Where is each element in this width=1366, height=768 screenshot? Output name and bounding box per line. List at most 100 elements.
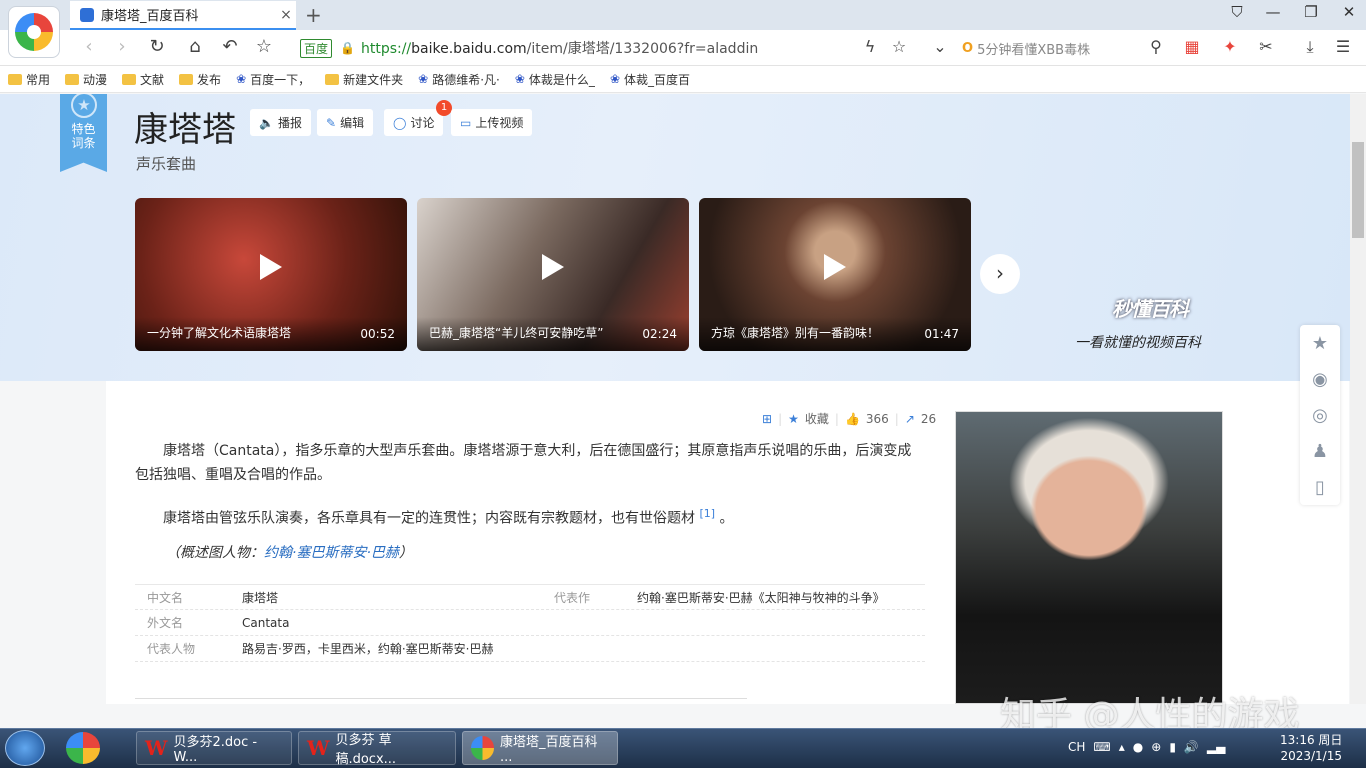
volume-icon[interactable]: 🔊 — [1184, 740, 1199, 754]
minimize-button[interactable]: — — [1258, 3, 1288, 21]
home-icon[interactable]: ⌂ — [181, 36, 209, 57]
bach-info-link[interactable]: 约翰·塞巴斯蒂安·巴赫 — [378, 640, 494, 657]
start-button[interactable] — [5, 730, 45, 766]
favorite-star-icon[interactable]: ★ — [1312, 333, 1328, 354]
weibo-icon[interactable]: ◉ — [1312, 369, 1328, 390]
taskbar-item[interactable]: W 贝多芬 草稿.docx... — [298, 731, 456, 767]
mobile-icon[interactable]: ▯ — [1315, 477, 1325, 498]
search-box[interactable]: O 5分钟看懂XBB毒株 — [962, 35, 1172, 61]
play-icon[interactable] — [542, 253, 564, 280]
bookmark-item[interactable]: 动漫 — [65, 71, 107, 88]
menu-icon[interactable]: ☰ — [1331, 37, 1355, 59]
bookmark-label: 文献 — [140, 72, 165, 87]
lightning-icon[interactable]: ϟ — [858, 37, 882, 59]
next-videos-arrow-icon[interactable]: › — [980, 254, 1020, 294]
add-icon[interactable]: ⊞ — [762, 412, 772, 426]
play-icon[interactable] — [824, 253, 846, 280]
qq-icon[interactable]: ♟ — [1312, 441, 1328, 462]
network-icon[interactable]: ▴ — [1119, 740, 1125, 754]
bach-link[interactable]: 约翰·塞巴斯蒂安·巴赫 — [264, 545, 399, 561]
undo-close-icon[interactable]: ↶ — [216, 36, 244, 57]
bookmark-item[interactable]: 新建文件夹 — [325, 71, 403, 88]
signal-icon[interactable]: ▂▄ — [1207, 740, 1225, 754]
bookmark-item[interactable]: 常用 — [8, 71, 50, 88]
pencil-icon: ✎ — [326, 115, 337, 130]
baidu-paw-icon: ❀ — [609, 72, 620, 86]
forward-icon[interactable]: › — [108, 36, 136, 57]
broadcast-button[interactable]: 🔈 播报 — [250, 109, 311, 136]
pinned-browser-icon[interactable] — [66, 732, 100, 764]
button-label: 上传视频 — [475, 116, 524, 130]
refresh-icon[interactable]: ↻ — [143, 36, 171, 57]
discuss-button[interactable]: ◯ 讨论 — [384, 109, 444, 136]
bookmark-item[interactable]: 发布 — [179, 71, 221, 88]
security-tray-icon[interactable]: ⊕ — [1151, 740, 1161, 754]
video-card[interactable]: 巴赫_康塔塔“羊儿终可安静吃草” 02:24 — [417, 198, 689, 351]
new-tab-button[interactable]: + — [305, 3, 322, 27]
bookmark-item[interactable]: ❀ 体裁是什么_ — [515, 71, 595, 88]
info-value: 约翰·塞巴斯蒂安·巴赫《太阳神与牧神的斗争》 — [637, 590, 885, 605]
wechat-icon[interactable]: ◎ — [1312, 405, 1328, 426]
search-engine-icon: O — [962, 40, 974, 56]
lock-icon: 🔒 — [340, 41, 355, 55]
download-icon[interactable]: ⤓ — [1298, 37, 1322, 59]
caption-suffix: ） — [398, 545, 413, 561]
collect-button[interactable]: 收藏 — [805, 410, 829, 427]
play-icon[interactable] — [260, 253, 282, 280]
bookmark-item[interactable]: ❀ 体裁_百度百 — [610, 71, 690, 88]
dropdown-chevron-icon[interactable]: ⌄ — [928, 37, 952, 59]
folder-icon — [179, 73, 194, 85]
ime-indicator[interactable]: CH — [1068, 740, 1085, 754]
favorite-star-icon[interactable]: ☆ — [887, 37, 911, 59]
discuss-count-badge: 1 — [436, 100, 452, 116]
bookmark-item[interactable]: ❀ 百度一下， — [236, 71, 310, 88]
taskbar-item-active[interactable]: 康塔塔_百度百科 ... — [462, 731, 618, 765]
button-label: 讨论 — [410, 116, 435, 130]
baidu-paw-icon: ❀ — [236, 72, 247, 86]
clock[interactable]: 13:16 周日 2023/1/15 — [1280, 732, 1342, 764]
battery-icon[interactable]: ▮ — [1169, 740, 1176, 754]
thumbs-up-icon[interactable]: 👍 — [845, 412, 860, 426]
video-card[interactable]: 方琼《康塔塔》别有一番韵味！ 01:47 — [699, 198, 971, 351]
share-sidebar: ★ ◉ ◎ ♟ ▯ — [1300, 325, 1340, 505]
bookmark-item[interactable]: 文献 — [122, 71, 164, 88]
back-icon[interactable]: ‹ — [75, 36, 103, 57]
share-icon[interactable]: ↗ — [905, 412, 915, 426]
browser-logo[interactable] — [8, 6, 60, 58]
tab-close-icon[interactable]: × — [276, 7, 296, 23]
close-window-button[interactable]: ✕ — [1334, 3, 1364, 21]
like-count: 366 — [865, 411, 889, 426]
edit-button[interactable]: ✎ 编辑 — [317, 109, 374, 136]
maximize-button[interactable]: ❐ — [1296, 3, 1326, 21]
bookmark-label: 百度一下， — [250, 72, 311, 87]
article-actions: ⊞ | ★ 收藏 | 👍 366 | ↗ 26 — [762, 410, 937, 427]
keyboard-icon[interactable]: ⌨ — [1093, 740, 1110, 754]
search-icon[interactable]: ⚲ — [1144, 37, 1168, 59]
baidu-paw-icon: ❀ — [514, 72, 525, 86]
collect-star-icon[interactable]: ★ — [788, 412, 799, 426]
scrollbar-thumb[interactable] — [1352, 142, 1364, 238]
bach-portrait-image[interactable] — [955, 411, 1223, 704]
wechat-tray-icon[interactable]: ● — [1133, 740, 1143, 754]
url-text[interactable]: https://baike.baidu.com/item/康塔塔/1332006… — [361, 38, 758, 58]
paragraph-end: 。 — [719, 510, 734, 527]
search-suggestion: 5分钟看懂XBB毒株 — [977, 42, 1091, 58]
bookmark-star-icon[interactable]: ☆ — [250, 36, 278, 57]
tab-active[interactable]: 康塔塔_百度百科 × — [70, 1, 296, 30]
upload-video-button[interactable]: ▭ 上传视频 — [451, 109, 533, 136]
video-card[interactable]: 一分钟了解文化术语康塔塔 00:52 — [135, 198, 407, 351]
taskbar-item[interactable]: W 贝多芬2.doc - W... — [136, 731, 292, 765]
bookmark-label: 体裁是什么_ — [528, 72, 595, 87]
taskbar-label: 康塔塔_百度百科 ... — [499, 735, 598, 765]
ribbon-label: 特色词条 — [71, 122, 96, 150]
bookmark-item[interactable]: ❀ 路德维希·凡· — [418, 71, 500, 88]
video-brand-slogan: 一看就懂的视频百科 — [1075, 335, 1201, 351]
url-host: baike.baidu.com — [411, 41, 527, 57]
scissors-icon[interactable]: ✂ — [1254, 37, 1278, 59]
summary-paragraph-2: 康塔塔由管弦乐队演奏，各乐章具有一定的连贯性；内容既有宗教题材，也有世俗题材 [… — [135, 502, 925, 531]
address-bar[interactable]: 百度 🔒 https://baike.baidu.com/item/康塔塔/13… — [300, 35, 950, 61]
apps-grid-icon[interactable]: ▦ — [1180, 37, 1204, 59]
citation-link[interactable]: [1] — [699, 507, 715, 520]
shirt-skin-icon[interactable]: ⛉ — [1222, 3, 1252, 21]
game-icon[interactable]: ✦ — [1218, 37, 1242, 59]
